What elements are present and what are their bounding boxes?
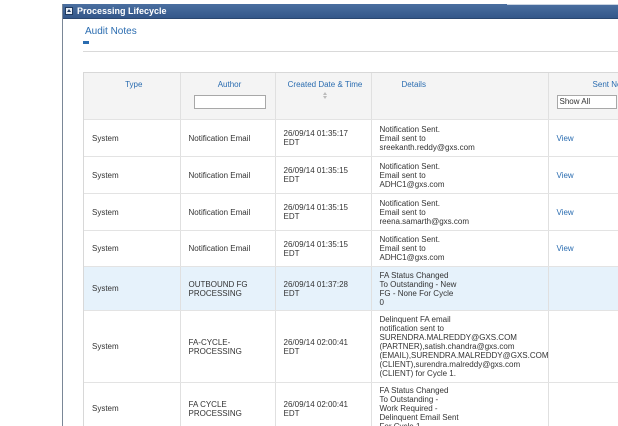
cell-type: System	[84, 119, 181, 157]
cell-created: 26/09/14 02:00:41 EDT	[275, 382, 372, 426]
column-label-sent: Sent Notific	[592, 80, 618, 89]
cell-details: Notification Sent. Email sent to sreekan…	[371, 119, 549, 157]
view-link[interactable]: View	[557, 244, 574, 253]
collapse-icon[interactable]	[65, 7, 73, 15]
panel-header: Processing Lifecycle	[63, 4, 618, 19]
cell-author: FA-CYCLE- PROCESSING	[180, 310, 276, 383]
column-header-details[interactable]: Details	[371, 73, 549, 120]
section-title: Audit Notes	[85, 26, 137, 37]
cell-sent-notification: View	[548, 193, 618, 231]
cell-created: 26/09/14 01:37:28 EDT	[275, 266, 372, 311]
processing-lifecycle-panel: Processing Lifecycle Audit Notes Type Au…	[62, 4, 618, 426]
view-link[interactable]: View	[557, 134, 574, 143]
panel-title: Processing Lifecycle	[77, 6, 167, 16]
cell-sent-notification	[548, 310, 618, 383]
audit-notes-grid: Type Author Created Date & Time Details …	[83, 72, 618, 426]
cell-sent-notification	[548, 266, 618, 311]
cell-author: Notification Email	[180, 193, 276, 231]
cell-author: FA CYCLE PROCESSING	[180, 382, 276, 426]
cell-author: OUTBOUND FG PROCESSING	[180, 266, 276, 311]
cell-details: FA Status Changed To Outstanding - Work …	[371, 382, 549, 426]
view-link[interactable]: View	[557, 208, 574, 217]
cell-sent-notification: View	[548, 156, 618, 194]
section-title-underline	[83, 41, 89, 44]
cell-sent-notification	[548, 382, 618, 426]
cell-created: 26/09/14 01:35:15 EDT	[275, 193, 372, 231]
column-header-author[interactable]: Author	[180, 73, 276, 120]
cell-author: Notification Email	[180, 230, 276, 267]
cell-type: System	[84, 230, 181, 267]
cell-details: Notification Sent. Email sent to ADHC1@g…	[371, 156, 549, 194]
column-label-author: Author	[217, 80, 242, 89]
table-row[interactable]: System OUTBOUND FG PROCESSING 26/09/14 01:…	[84, 266, 618, 311]
column-label-type: Type	[125, 80, 143, 89]
cell-created: 26/09/14 01:35:15 EDT	[275, 230, 372, 267]
header-row: Type Author Created Date & Time Details …	[84, 73, 618, 120]
column-label-details: Details	[401, 80, 426, 89]
cell-details: Notification Sent. Email sent to reena.s…	[371, 193, 549, 231]
table-row[interactable]: System Notification Email 26/09/14 01:35:1…	[84, 230, 618, 267]
column-header-sent-notification[interactable]: Sent Notific Show All	[548, 73, 618, 120]
cell-created: 26/09/14 02:00:41 EDT	[275, 310, 372, 383]
column-header-created[interactable]: Created Date & Time	[275, 73, 372, 120]
cell-type: System	[84, 310, 181, 383]
column-label-created: Created Date & Time	[287, 80, 363, 89]
section-divider	[83, 51, 618, 52]
audit-notes-table: Type Author Created Date & Time Details …	[84, 73, 618, 426]
cell-created: 26/09/14 01:35:17 EDT	[275, 119, 372, 157]
cell-sent-notification: View	[548, 119, 618, 157]
cell-details: FA Status Changed To Outstanding - New F…	[371, 266, 549, 311]
author-filter-input[interactable]	[193, 95, 266, 109]
cell-type: System	[84, 382, 181, 426]
sort-icon[interactable]	[323, 92, 327, 100]
table-row[interactable]: System Notification Email 26/09/14 01:35:1…	[84, 119, 618, 157]
cell-details: Delinquent FA email notification sent to…	[371, 310, 549, 383]
cell-author: Notification Email	[180, 156, 276, 194]
cell-type: System	[84, 193, 181, 231]
table-row[interactable]: System Notification Email 26/09/14 01:35:1…	[84, 156, 618, 194]
table-row[interactable]: System Notification Email 26/09/14 01:35:1…	[84, 193, 618, 231]
table-row[interactable]: System FA-CYCLE- PROCESSING 26/09/14 02:00…	[84, 310, 618, 383]
cell-type: System	[84, 156, 181, 194]
sent-notification-filter-select[interactable]: Show All	[556, 95, 617, 109]
cell-sent-notification: View	[548, 230, 618, 267]
column-header-type[interactable]: Type	[84, 73, 181, 120]
table-row[interactable]: System FA CYCLE PROCESSING 26/09/14 02:00:…	[84, 382, 618, 426]
header-edge	[507, 4, 618, 5]
cell-details: Notification Sent. Email sent to ADHC1@g…	[371, 230, 549, 267]
cell-author: Notification Email	[180, 119, 276, 157]
cell-type: System	[84, 266, 181, 311]
view-link[interactable]: View	[557, 171, 574, 180]
cell-created: 26/09/14 01:35:15 EDT	[275, 156, 372, 194]
